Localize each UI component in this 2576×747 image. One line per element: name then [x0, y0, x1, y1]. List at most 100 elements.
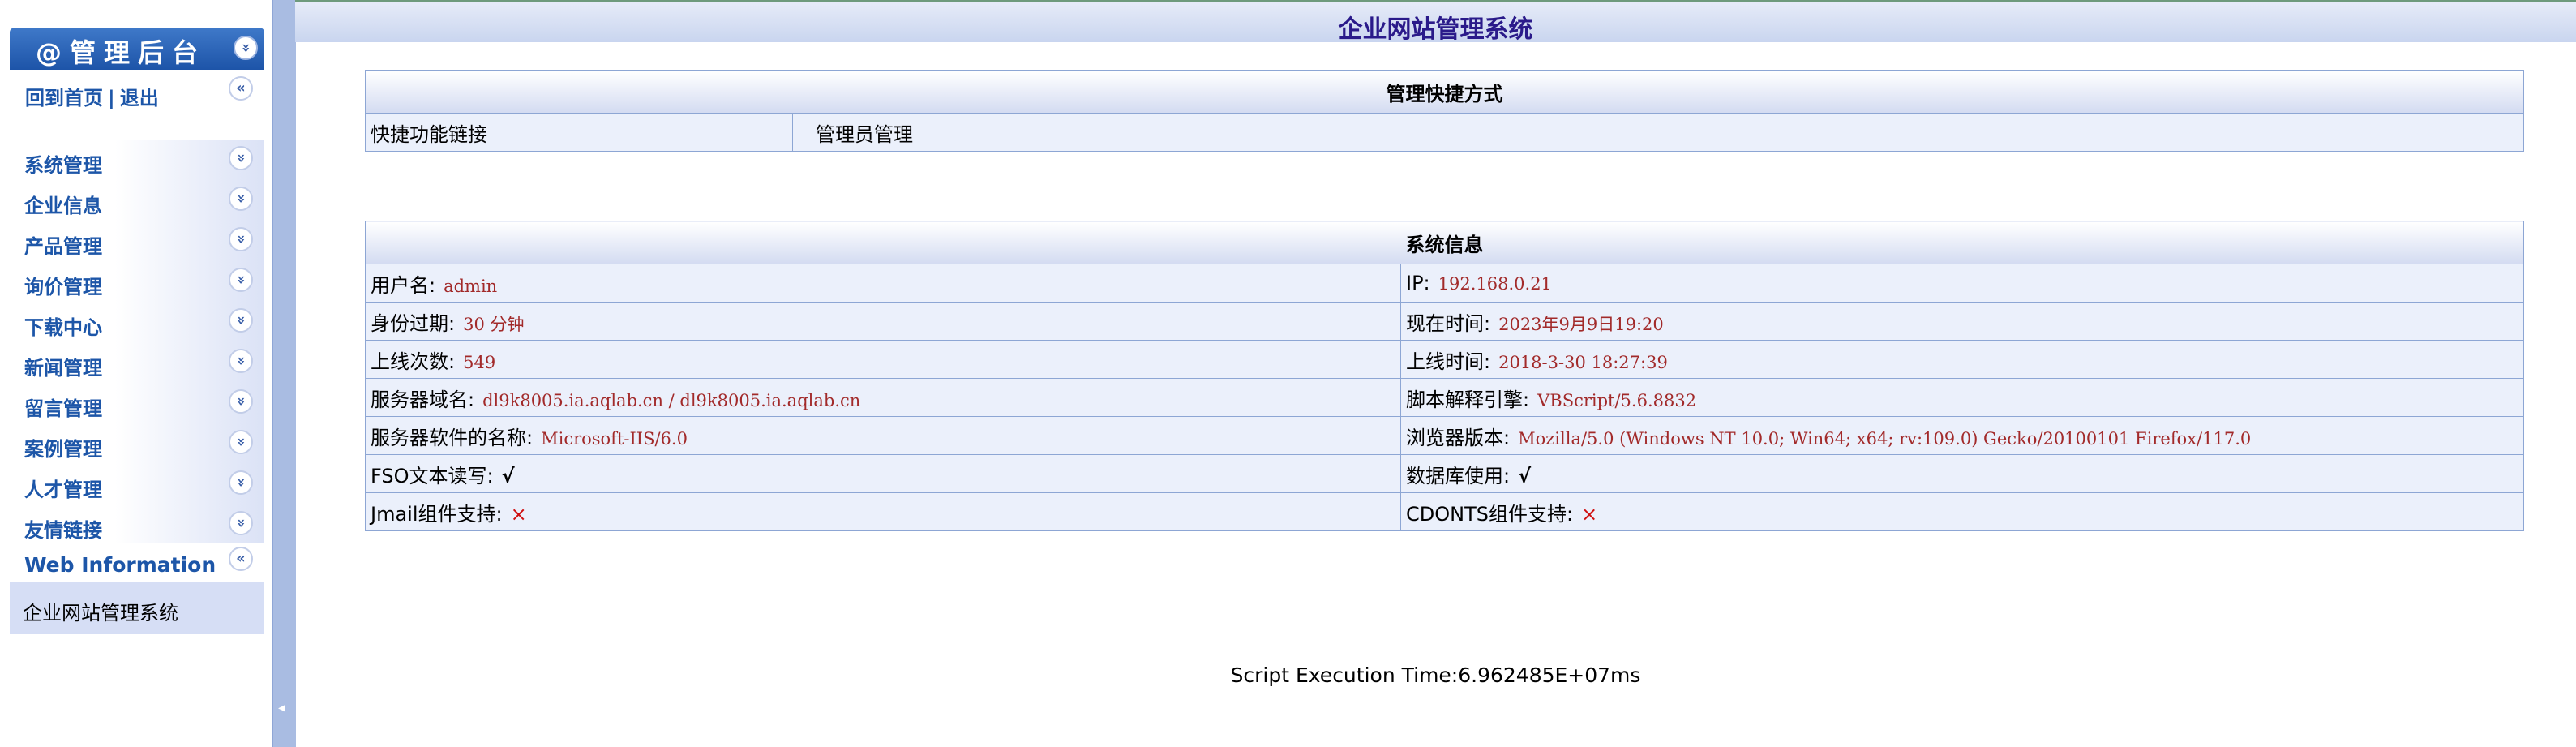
table-row: 用户名: admin IP: 192.168.0.21 [365, 264, 2524, 303]
chevron-up-icon[interactable]: « [229, 76, 253, 101]
web-information-label: Web Information [24, 553, 216, 577]
info-cell: 上线时间: 2018-3-30 18:27:39 [1400, 340, 2524, 379]
info-label: 脚本解释引擎: [1406, 388, 1530, 411]
table-row: 身份过期: 30 分钟 现在时间: 2023年9月9日19:20 [365, 302, 2524, 341]
info-value: Microsoft-IIS/6.0 [541, 428, 688, 449]
info-cell: 用户名: admin [365, 264, 1401, 303]
system-info-table: 系统信息 用户名: admin IP: 192.168.0.21 身份过期: 30 分… [365, 221, 2524, 531]
info-cell: 浏览器版本: Mozilla/5.0 (Windows NT 10.0; Win6… [1400, 416, 2524, 455]
cross-icon: × [1581, 502, 1598, 526]
sidebar-item-label: 案例管理 [24, 438, 102, 461]
system-info-title: 系统信息 [365, 221, 2524, 264]
chevron-down-icon[interactable]: » [229, 187, 253, 211]
sidebar-item-cases[interactable]: 案例管理 » [10, 423, 264, 464]
chevron-down-icon[interactable]: » [229, 430, 253, 454]
link-separator: | [108, 87, 115, 109]
info-cell: CDONTS组件支持: × [1400, 492, 2524, 531]
chevron-down-icon[interactable]: » [229, 349, 253, 373]
info-label: 上线次数: [371, 350, 456, 373]
home-link[interactable]: 回到首页 [25, 87, 103, 109]
info-label: IP: [1406, 272, 1430, 294]
web-information-text: 企业网站管理系统 [23, 602, 178, 625]
info-label: 用户名: [371, 273, 436, 297]
info-cell: IP: 192.168.0.21 [1400, 264, 2524, 303]
sidebar-item-label: 人才管理 [24, 479, 102, 501]
info-value: 549 [463, 352, 496, 372]
sidebar-header: @管理后台 » [10, 28, 264, 70]
sidebar-item-links[interactable]: 友情链接 » [10, 504, 264, 545]
sidebar-item-label: 下载中心 [24, 316, 102, 339]
check-icon: √ [501, 464, 515, 487]
table-row: 快捷功能链接 管理员管理 [365, 113, 2524, 152]
sidebar: @管理后台 » 回到首页 | 退出 « 系统管理 » 企业信息 » 产品管理 » 询… [0, 0, 272, 747]
info-value: Mozilla/5.0 (Windows NT 10.0; Win64; x64… [1518, 428, 2252, 449]
table-row: FSO文本读写: √ 数据库使用: √ [365, 454, 2524, 493]
info-cell: 数据库使用: √ [1400, 454, 2524, 493]
check-icon: √ [1518, 464, 1532, 487]
chevron-down-icon[interactable]: » [234, 36, 258, 60]
sidebar-item-messages[interactable]: 留言管理 » [10, 383, 264, 423]
web-information-header[interactable]: Web Information « [10, 543, 264, 582]
quick-row-label: 快捷功能链接 [365, 113, 793, 152]
sidebar-splitter[interactable]: ◂ [272, 0, 296, 747]
sidebar-item-label: 系统管理 [24, 154, 102, 177]
web-information-box: 企业网站管理系统 [10, 582, 264, 634]
chevron-down-icon[interactable]: » [229, 146, 253, 170]
info-value: admin [444, 276, 498, 296]
logout-link[interactable]: 退出 [120, 87, 159, 109]
top-bar: 企业网站管理系统 [295, 0, 2576, 44]
info-label: FSO文本读写: [371, 464, 494, 487]
sidebar-item-downloads[interactable]: 下载中心 » [10, 302, 264, 342]
chevron-down-icon[interactable]: » [229, 511, 253, 535]
info-label: 服务器软件的名称: [371, 426, 534, 449]
info-value: 2018-3-30 18:27:39 [1498, 352, 1668, 372]
info-cell: 现在时间: 2023年9月9日19:20 [1400, 302, 2524, 341]
info-label: 现在时间: [1406, 311, 1491, 335]
info-cell: FSO文本读写: √ [365, 454, 1401, 493]
info-value: dl9k8005.ia.aqlab.cn / dl9k8005.ia.aqlab… [482, 390, 861, 410]
sidebar-item-label: 友情链接 [24, 519, 102, 542]
home-links: 回到首页 | 退出 « [10, 70, 264, 117]
info-cell: Jmail组件支持: × [365, 492, 1401, 531]
page-title: 企业网站管理系统 [1338, 15, 1533, 44]
info-value: VBScript/5.6.8832 [1537, 390, 1697, 410]
info-value: 192.168.0.21 [1438, 274, 1552, 294]
sidebar-item-label: 产品管理 [24, 235, 102, 258]
script-execution-time: Script Execution Time:6.962485E+07ms [1230, 663, 1641, 687]
cross-icon: × [510, 502, 527, 526]
info-label: 浏览器版本: [1406, 426, 1511, 449]
chevron-up-icon[interactable]: « [229, 547, 253, 571]
info-label: 服务器域名: [371, 388, 475, 411]
sidebar-item-inquiry[interactable]: 询价管理 » [10, 261, 264, 302]
info-label: 数据库使用: [1406, 464, 1511, 487]
quick-links-table: 管理快捷方式 快捷功能链接 管理员管理 [365, 70, 2524, 152]
info-cell: 上线次数: 549 [365, 340, 1401, 379]
chevron-down-icon[interactable]: » [229, 268, 253, 292]
admin-management-link[interactable]: 管理员管理 [792, 113, 2524, 152]
info-label: Jmail组件支持: [371, 502, 503, 526]
sidebar-item-talent[interactable]: 人才管理 » [10, 464, 264, 504]
quick-links-title: 管理快捷方式 [365, 70, 2524, 114]
sidebar-item-news[interactable]: 新闻管理 » [10, 342, 264, 383]
table-row: Jmail组件支持: × CDONTS组件支持: × [365, 492, 2524, 531]
sidebar-item-system[interactable]: 系统管理 » [10, 140, 264, 180]
collapse-arrow-icon[interactable]: ◂ [278, 699, 285, 716]
table-row: 上线次数: 549 上线时间: 2018-3-30 18:27:39 [365, 340, 2524, 379]
sidebar-item-label: 留言管理 [24, 397, 102, 420]
sidebar-item-products[interactable]: 产品管理 » [10, 221, 264, 261]
info-cell: 身份过期: 30 分钟 [365, 302, 1401, 341]
chevron-down-icon[interactable]: » [229, 389, 253, 414]
chevron-down-icon[interactable]: » [229, 470, 253, 495]
chevron-down-icon[interactable]: » [229, 227, 253, 251]
chevron-down-icon[interactable]: » [229, 308, 253, 333]
table-row: 服务器软件的名称: Microsoft-IIS/6.0 浏览器版本: Mozilla… [365, 416, 2524, 455]
table-row: 服务器域名: dl9k8005.ia.aqlab.cn / dl9k8005.ia… [365, 378, 2524, 417]
sidebar-item-label: 新闻管理 [24, 357, 102, 380]
info-cell: 服务器软件的名称: Microsoft-IIS/6.0 [365, 416, 1401, 455]
info-value: 2023年9月9日19:20 [1498, 314, 1664, 334]
info-value: 30 分钟 [463, 314, 525, 334]
info-label: CDONTS组件支持: [1406, 502, 1574, 526]
sidebar-title: @管理后台 [36, 37, 207, 68]
info-label: 身份过期: [371, 311, 456, 335]
sidebar-item-company[interactable]: 企业信息 » [10, 180, 264, 221]
